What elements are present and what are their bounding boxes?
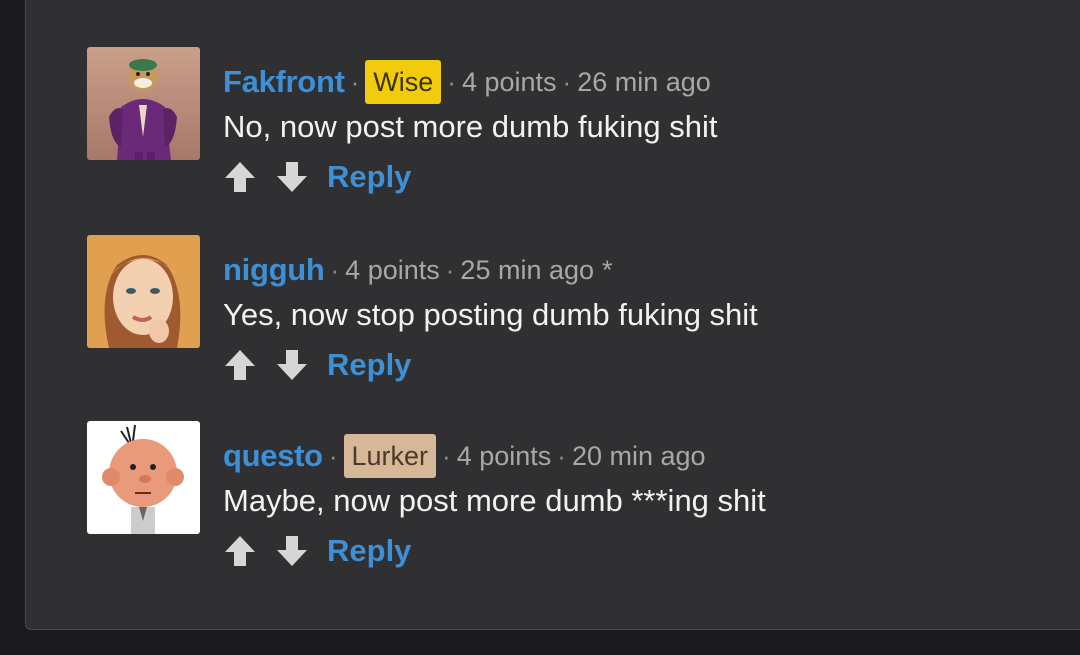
user-flair-badge: Lurker <box>343 434 437 478</box>
comment-thread-card: Fakfront · Wise · 4 points · 26 min ago … <box>25 0 1080 630</box>
avatar-image <box>87 47 200 160</box>
upvote-button[interactable] <box>221 158 259 196</box>
user-flair-badge: Wise <box>365 60 442 104</box>
comment-actions: Reply <box>221 529 411 573</box>
timestamp: 25 min ago <box>460 254 595 285</box>
meta-separator: · <box>328 440 338 471</box>
avatar[interactable] <box>87 47 200 160</box>
upvote-arrow-icon <box>225 162 255 192</box>
comment-item: Fakfront · Wise · 4 points · 26 min ago … <box>87 47 1080 197</box>
comment-actions: Reply <box>221 155 411 199</box>
meta-separator: · <box>445 254 455 285</box>
username-link[interactable]: Fakfront <box>223 64 345 100</box>
username-link[interactable]: questo <box>223 438 323 474</box>
upvote-arrow-icon <box>225 350 255 380</box>
timestamp: 26 min ago <box>577 66 711 97</box>
avatar-image <box>87 235 200 348</box>
comment-meta: Fakfront · Wise · 4 points · 26 min ago <box>223 59 711 105</box>
points-count: 4 points <box>461 66 557 97</box>
reply-button[interactable]: Reply <box>327 533 411 569</box>
meta-separator: · <box>562 66 572 97</box>
points-count: 4 points <box>345 254 440 285</box>
timestamp: 20 min ago <box>571 440 706 471</box>
points-count: 4 points <box>456 440 552 471</box>
downvote-arrow-icon <box>277 536 307 566</box>
avatar-image <box>87 421 200 534</box>
avatar[interactable] <box>87 235 200 348</box>
comment-text: Yes, now stop posting dumb fuking shit <box>223 297 758 332</box>
comment-meta: questo · Lurker · 4 points · 20 min ago <box>223 433 706 479</box>
upvote-arrow-icon <box>225 536 255 566</box>
downvote-button[interactable] <box>273 158 311 196</box>
comment-text: No, now post more dumb fuking shit <box>223 109 718 144</box>
comment-item: nigguh · 4 points · 25 min ago * Yes, no… <box>87 235 1080 385</box>
meta-separator: · <box>350 66 360 97</box>
meta-separator: · <box>442 440 451 471</box>
edited-marker: * <box>602 254 613 285</box>
comment-actions: Reply <box>221 343 411 387</box>
comment-item: questo · Lurker · 4 points · 20 min ago … <box>87 421 1080 571</box>
downvote-button[interactable] <box>273 346 311 384</box>
meta-separator: · <box>557 440 566 471</box>
upvote-button[interactable] <box>221 346 259 384</box>
downvote-button[interactable] <box>273 532 311 570</box>
comment-text: Maybe, now post more dumb ***ing shit <box>223 483 766 518</box>
upvote-button[interactable] <box>221 532 259 570</box>
downvote-arrow-icon <box>277 350 307 380</box>
username-link[interactable]: nigguh <box>223 252 325 288</box>
reply-button[interactable]: Reply <box>327 347 411 383</box>
comment-meta: nigguh · 4 points · 25 min ago * <box>223 247 613 293</box>
downvote-arrow-icon <box>277 162 307 192</box>
meta-separator: · <box>447 66 456 97</box>
reply-button[interactable]: Reply <box>327 159 411 195</box>
meta-separator: · <box>330 254 340 285</box>
avatar[interactable] <box>87 421 200 534</box>
